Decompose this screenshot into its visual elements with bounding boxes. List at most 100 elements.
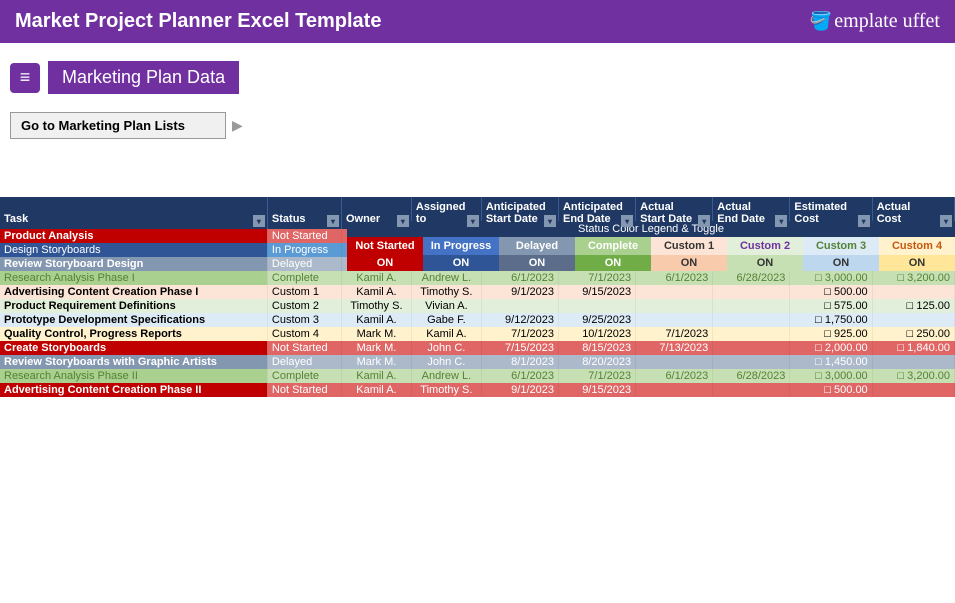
cell-assigned[interactable]: Andrew L. xyxy=(411,369,481,383)
cell-task[interactable]: Product Requirement Definitions xyxy=(0,299,267,313)
filter-dropdown-icon[interactable]: ▾ xyxy=(253,215,265,227)
table-row[interactable]: Research Analysis Phase ICompleteKamil A… xyxy=(0,271,955,285)
cell-act_cost[interactable]: 250.00 xyxy=(872,327,954,341)
cell-task[interactable]: Prototype Development Specifications xyxy=(0,313,267,327)
cell-ant_end[interactable] xyxy=(558,299,635,313)
cell-ant_start[interactable]: 6/1/2023 xyxy=(481,271,558,285)
cell-act_start[interactable] xyxy=(636,383,713,397)
cell-ant_start[interactable]: 7/1/2023 xyxy=(481,327,558,341)
legend-toggle[interactable]: ON xyxy=(803,255,879,271)
cell-assigned[interactable]: John C. xyxy=(411,341,481,355)
table-row[interactable]: Create StoryboardsNot StartedMark M.John… xyxy=(0,341,955,355)
column-header-owner[interactable]: Owner▾ xyxy=(341,197,411,229)
legend-toggle[interactable]: ON xyxy=(879,255,955,271)
legend-toggle[interactable]: ON xyxy=(423,255,499,271)
cell-status[interactable]: Custom 4 xyxy=(267,327,341,341)
cell-owner[interactable]: Kamil A. xyxy=(341,369,411,383)
cell-act_end[interactable] xyxy=(713,285,790,299)
filter-dropdown-icon[interactable]: ▾ xyxy=(940,215,952,227)
cell-task[interactable]: Advertising Content Creation Phase II xyxy=(0,383,267,397)
cell-act_end[interactable] xyxy=(713,341,790,355)
cell-est_cost[interactable]: 500.00 xyxy=(790,383,872,397)
cell-ant_start[interactable]: 8/1/2023 xyxy=(481,355,558,369)
cell-task[interactable]: Product Analysis xyxy=(0,229,267,243)
legend-toggle[interactable]: ON xyxy=(347,255,423,271)
cell-act_end[interactable] xyxy=(713,383,790,397)
filter-dropdown-icon[interactable]: ▾ xyxy=(698,215,710,227)
cell-assigned[interactable]: John C. xyxy=(411,355,481,369)
cell-act_end[interactable] xyxy=(713,299,790,313)
cell-act_cost[interactable] xyxy=(872,285,954,299)
filter-dropdown-icon[interactable]: ▾ xyxy=(621,215,633,227)
cell-assigned[interactable]: Gabe F. xyxy=(411,313,481,327)
legend-toggle[interactable]: ON xyxy=(651,255,727,271)
filter-dropdown-icon[interactable]: ▾ xyxy=(327,215,339,227)
cell-status[interactable]: Not Started xyxy=(267,341,341,355)
cell-status[interactable]: Delayed xyxy=(267,355,341,369)
cell-status[interactable]: Custom 3 xyxy=(267,313,341,327)
cell-est_cost[interactable]: 500.00 xyxy=(790,285,872,299)
cell-ant_end[interactable]: 9/15/2023 xyxy=(558,383,635,397)
filter-dropdown-icon[interactable]: ▾ xyxy=(858,215,870,227)
filter-dropdown-icon[interactable]: ▾ xyxy=(467,215,479,227)
column-header-actual-end-date[interactable]: ActualEnd Date▾ xyxy=(713,197,790,229)
cell-status[interactable]: Custom 2 xyxy=(267,299,341,313)
column-header-estimated-cost[interactable]: EstimatedCost▾ xyxy=(790,197,872,229)
cell-est_cost[interactable]: 1,450.00 xyxy=(790,355,872,369)
cell-ant_end[interactable]: 7/1/2023 xyxy=(558,369,635,383)
cell-ant_end[interactable]: 8/20/2023 xyxy=(558,355,635,369)
cell-est_cost[interactable]: 3,000.00 xyxy=(790,369,872,383)
column-header-anticipated-end-date[interactable]: AnticipatedEnd Date▾ xyxy=(558,197,635,229)
cell-act_start[interactable] xyxy=(636,299,713,313)
cell-act_cost[interactable] xyxy=(872,355,954,369)
cell-task[interactable]: Create Storyboards xyxy=(0,341,267,355)
cell-est_cost[interactable]: 2,000.00 xyxy=(790,341,872,355)
cell-task[interactable]: Research Analysis Phase I xyxy=(0,271,267,285)
cell-status[interactable]: Not Started xyxy=(267,383,341,397)
cell-act_end[interactable] xyxy=(713,327,790,341)
cell-est_cost[interactable]: 575.00 xyxy=(790,299,872,313)
column-header-task[interactable]: Task▾ xyxy=(0,197,267,229)
cell-act_cost[interactable] xyxy=(872,313,954,327)
cell-status[interactable]: Not Started xyxy=(267,229,341,243)
cell-ant_start[interactable]: 9/1/2023 xyxy=(481,383,558,397)
cell-owner[interactable]: Kamil A. xyxy=(341,383,411,397)
cell-status[interactable]: Complete xyxy=(267,369,341,383)
cell-act_start[interactable]: 6/1/2023 xyxy=(636,369,713,383)
cell-ant_end[interactable]: 10/1/2023 xyxy=(558,327,635,341)
table-row[interactable]: Review Storyboards with Graphic ArtistsD… xyxy=(0,355,955,369)
cell-ant_end[interactable]: 7/1/2023 xyxy=(558,271,635,285)
cell-ant_start[interactable]: 6/1/2023 xyxy=(481,369,558,383)
cell-assigned[interactable]: Kamil A. xyxy=(411,327,481,341)
cell-ant_start[interactable]: 9/12/2023 xyxy=(481,313,558,327)
cell-est_cost[interactable]: 1,750.00 xyxy=(790,313,872,327)
table-row[interactable]: Prototype Development SpecificationsCust… xyxy=(0,313,955,327)
cell-status[interactable]: Custom 1 xyxy=(267,285,341,299)
cell-task[interactable]: Review Storyboard Design xyxy=(0,257,267,271)
cell-owner[interactable]: Kamil A. xyxy=(341,313,411,327)
cell-task[interactable]: Quality Control, Progress Reports xyxy=(0,327,267,341)
go-to-plan-lists-button[interactable]: Go to Marketing Plan Lists xyxy=(10,112,226,139)
legend-toggle[interactable]: ON xyxy=(499,255,575,271)
table-row[interactable]: Research Analysis Phase IICompleteKamil … xyxy=(0,369,955,383)
column-header-actual-cost[interactable]: ActualCost▾ xyxy=(872,197,954,229)
cell-act_end[interactable]: 6/28/2023 xyxy=(713,271,790,285)
cell-ant_start[interactable]: 9/1/2023 xyxy=(481,285,558,299)
filter-dropdown-icon[interactable]: ▾ xyxy=(544,215,556,227)
cell-act_cost[interactable] xyxy=(872,383,954,397)
cell-act_start[interactable]: 6/1/2023 xyxy=(636,271,713,285)
cell-act_cost[interactable]: 3,200.00 xyxy=(872,369,954,383)
cell-act_end[interactable]: 6/28/2023 xyxy=(713,369,790,383)
cell-status[interactable]: Delayed xyxy=(267,257,341,271)
cell-act_end[interactable] xyxy=(713,313,790,327)
table-row[interactable]: Product Requirement DefinitionsCustom 2T… xyxy=(0,299,955,313)
column-header-status[interactable]: Status▾ xyxy=(267,197,341,229)
cell-ant_end[interactable]: 8/15/2023 xyxy=(558,341,635,355)
cell-status[interactable]: Complete xyxy=(267,271,341,285)
cell-task[interactable]: Research Analysis Phase II xyxy=(0,369,267,383)
cell-act_cost[interactable]: 1,840.00 xyxy=(872,341,954,355)
cell-owner[interactable]: Mark M. xyxy=(341,341,411,355)
cell-owner[interactable]: Mark M. xyxy=(341,327,411,341)
cell-est_cost[interactable]: 3,000.00 xyxy=(790,271,872,285)
cell-assigned[interactable]: Timothy S. xyxy=(411,285,481,299)
